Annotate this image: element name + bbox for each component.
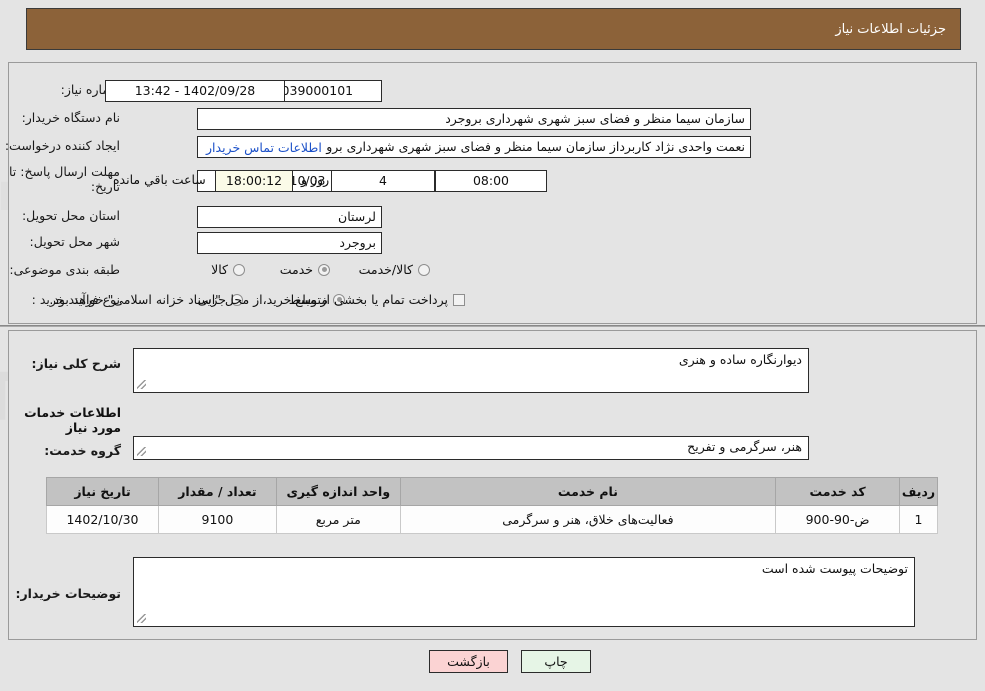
cell-quantity: 9100	[157, 505, 277, 534]
province-label: استان محل تحویل:	[21, 208, 120, 223]
category-option-2[interactable]: کالا/خدمت	[359, 262, 430, 277]
deadline-label-row: مهلت ارسال پاسخ: تا تاریخ:	[2, 164, 120, 194]
radio-service-icon[interactable]	[318, 263, 330, 276]
page-root: جزئیات اطلاعات نیاز شماره نیاز: 11020950…	[0, 0, 985, 691]
cell-code: ض-90-900	[775, 505, 901, 534]
category-label: طبقه بندی موضوعی:	[9, 262, 120, 277]
col-unit: واحد اندازه گیری	[275, 477, 401, 506]
buyer-org-label-row: نام دستگاه خریدار:	[22, 110, 120, 125]
remaining-days-label: روز و	[301, 172, 330, 187]
services-section-title: اطلاعات خدمات مورد نیاز	[24, 405, 121, 435]
category-option-0-label: کالا	[211, 262, 228, 277]
treasury-checkbox-label: پرداخت تمام یا بخشی از مبلغ خرید،از محل …	[49, 292, 448, 307]
city-label-row: شهر محل تحویل:	[30, 234, 120, 249]
service-group-field[interactable]: هنر، سرگرمی و تفریح	[133, 436, 809, 460]
col-name: نام خدمت	[399, 477, 777, 506]
cell-name: فعالیت‌های خلاق، هنر و سرگرمی	[399, 505, 777, 534]
services-table: ردیف کد خدمت نام خدمت واحد اندازه گیری ت…	[46, 477, 938, 534]
radio-goods-service-icon[interactable]	[418, 263, 430, 276]
buyer-notes-textarea[interactable]: توضیحات پیوست شده است	[133, 557, 915, 627]
buyer-org-label: نام دستگاه خریدار:	[21, 110, 120, 125]
treasury-checkbox-icon[interactable]	[453, 293, 465, 306]
category-option-1[interactable]: خدمت	[280, 262, 330, 277]
print-button[interactable]: چاپ	[521, 650, 591, 673]
cell-need-date: 1402/10/30	[46, 505, 159, 534]
back-button[interactable]: بازگشت	[429, 650, 508, 673]
city-field[interactable]: بروجرد	[197, 232, 382, 254]
province-label-row: استان محل تحویل:	[22, 208, 120, 223]
city-label: شهر محل تحویل:	[29, 234, 120, 249]
table-row[interactable]: 1 ض-90-900 فعالیت‌های خلاق، هنر و سرگرمی…	[46, 505, 938, 534]
category-option-0[interactable]: کالا	[211, 262, 245, 277]
buyer-notes-label: توضیحات خریدار:	[15, 586, 121, 601]
announce-datetime-field[interactable]: 1402/09/28 - 13:42	[105, 80, 285, 102]
deadline-label: مهلت ارسال پاسخ: تا تاریخ:	[9, 164, 120, 194]
col-code: کد خدمت	[775, 477, 901, 506]
col-index: ردیف	[899, 477, 938, 506]
buyer-org-field[interactable]: سازمان سیما منظر و فضای سبز شهری شهرداری…	[197, 108, 751, 130]
treasury-checkbox-row[interactable]: پرداخت تمام یا بخشی از مبلغ خرید،از محل …	[49, 292, 465, 307]
radio-goods-icon[interactable]	[233, 263, 245, 276]
category-option-1-label: خدمت	[279, 262, 313, 277]
need-desc-textarea[interactable]: دیوارنگاره ساده و هنری	[133, 348, 809, 393]
category-option-2-label: کالا/خدمت	[358, 262, 413, 277]
remaining-suffix-label: ساعت باقي مانده	[113, 172, 206, 187]
col-need-date: تاریخ نیاز	[46, 477, 159, 506]
cell-index: 1	[899, 505, 938, 534]
buyer-contact-link[interactable]: اطلاعات تماس خریدار	[206, 140, 322, 155]
panel-divider	[0, 325, 985, 327]
table-header-row: ردیف کد خدمت نام خدمت واحد اندازه گیری ت…	[46, 477, 938, 506]
province-field[interactable]: لرستان	[197, 206, 382, 228]
remaining-days-field[interactable]: 4	[331, 170, 435, 192]
requester-label-row: ایجاد کننده درخواست:	[5, 138, 120, 153]
service-group-label: گروه خدمت:	[44, 443, 121, 458]
cell-unit: متر مربع	[275, 505, 401, 534]
need-desc-label: شرح کلی نیاز:	[31, 356, 121, 371]
requester-label: ایجاد کننده درخواست:	[4, 138, 120, 153]
page-title: جزئیات اطلاعات نیاز	[835, 21, 946, 37]
remaining-timer-field: 18:00:12	[215, 170, 293, 192]
page-header: جزئیات اطلاعات نیاز	[26, 8, 961, 50]
col-quantity: تعداد / مقدار	[157, 477, 277, 506]
deadline-hour-field[interactable]: 08:00	[435, 170, 547, 192]
category-label-row: طبقه بندی موضوعی:	[9, 262, 120, 277]
